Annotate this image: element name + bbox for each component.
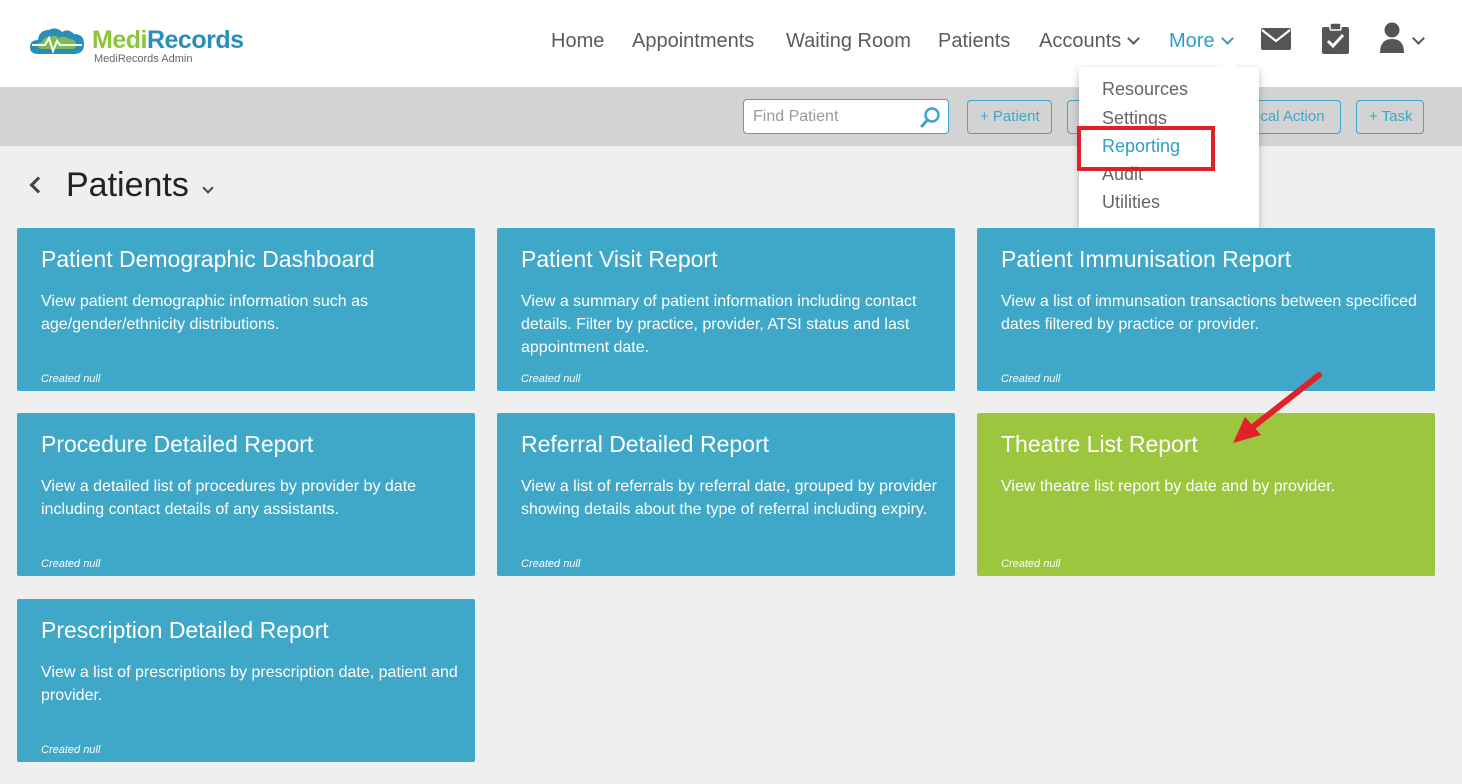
report-card-title: Referral Detailed Report xyxy=(521,431,770,457)
report-card-created: Created null xyxy=(41,744,101,756)
report-card[interactable]: Patient Visit Report View a summary of p… xyxy=(497,228,955,391)
reporting-highlight-annotation xyxy=(1077,126,1215,171)
report-card-created: Created null xyxy=(41,558,101,570)
report-card-description: View theatre list report by date and by … xyxy=(1001,478,1336,495)
report-card[interactable]: Patient Immunisation Report View a list … xyxy=(977,228,1435,391)
report-card-created: Created null xyxy=(1001,373,1061,385)
report-card-title: Procedure Detailed Report xyxy=(41,431,314,457)
chevron-down-icon xyxy=(1127,32,1141,45)
clipboard-check-icon[interactable] xyxy=(1322,23,1349,54)
report-card-created: Created null xyxy=(521,373,581,385)
nav-home[interactable]: Home xyxy=(551,30,604,53)
user-icon xyxy=(1380,22,1404,53)
add-patient-button[interactable]: + Patient xyxy=(967,100,1052,134)
user-menu[interactable] xyxy=(1380,22,1426,56)
report-card-created: Created null xyxy=(1001,558,1061,570)
report-card-description: View patient demographic information suc… xyxy=(41,293,368,333)
find-patient-search xyxy=(743,99,949,134)
nav-waiting-room[interactable]: Waiting Room xyxy=(786,30,911,53)
report-card[interactable]: Prescription Detailed Report View a list… xyxy=(17,599,475,762)
report-card-title: Patient Immunisation Report xyxy=(1001,246,1292,272)
add-task-button[interactable]: + Task xyxy=(1356,100,1424,134)
back-chevron-icon[interactable] xyxy=(29,176,47,194)
red-arrow-annotation-icon xyxy=(1233,372,1322,443)
report-card-theatre-list[interactable]: Theatre List Report View theatre list re… xyxy=(977,413,1435,576)
nav-more[interactable]: More xyxy=(1169,30,1234,53)
report-card-description: View a list of referrals by referral dat… xyxy=(521,478,937,518)
menu-item-resources[interactable]: Resources xyxy=(1102,79,1188,100)
brand-name-records: Records xyxy=(146,26,244,54)
report-card-title: Prescription Detailed Report xyxy=(41,617,329,643)
report-card-title: Patient Demographic Dashboard xyxy=(41,246,375,272)
find-patient-input[interactable] xyxy=(744,100,914,133)
search-icon[interactable] xyxy=(920,106,942,128)
report-card-description: View a detailed list of procedures by pr… xyxy=(41,478,417,518)
nav-accounts[interactable]: Accounts xyxy=(1039,30,1141,53)
report-card[interactable]: Referral Detailed Report View a list of … xyxy=(497,413,955,576)
brand-name: MediRecords xyxy=(92,26,244,55)
mail-icon[interactable] xyxy=(1261,28,1291,50)
report-card-title: Patient Visit Report xyxy=(521,246,718,272)
chevron-down-icon xyxy=(1412,32,1425,45)
page-title: Patients xyxy=(66,166,189,204)
chevron-down-icon xyxy=(1220,32,1234,45)
report-card-description: View a list of prescriptions by prescrip… xyxy=(41,664,458,704)
report-card-title: Theatre List Report xyxy=(1001,431,1198,457)
cloud-heartbeat-icon xyxy=(30,28,84,55)
nav-accounts-label: Accounts xyxy=(1039,30,1122,52)
report-card-created: Created null xyxy=(521,558,581,570)
medirecords-logo[interactable]: MediRecords MediRecords Admin xyxy=(28,20,268,70)
nav-patients[interactable]: Patients xyxy=(938,30,1010,53)
chevron-down-icon[interactable] xyxy=(202,182,214,194)
menu-item-utilities[interactable]: Utilities xyxy=(1102,192,1160,213)
report-card-description: View a summary of patient information in… xyxy=(521,293,917,356)
nav-more-label: More xyxy=(1169,30,1215,52)
brand-name-medi: Medi xyxy=(92,26,147,54)
nav-appointments[interactable]: Appointments xyxy=(632,30,754,53)
report-card-description: View a list of immunsation transactions … xyxy=(1001,293,1417,333)
dropdown-caret xyxy=(1220,59,1238,68)
report-card-created: Created null xyxy=(41,373,101,385)
brand-subtitle: MediRecords Admin xyxy=(94,53,193,65)
report-card[interactable]: Procedure Detailed Report View a detaile… xyxy=(17,413,475,576)
report-card[interactable]: Patient Demographic Dashboard View patie… xyxy=(17,228,475,391)
